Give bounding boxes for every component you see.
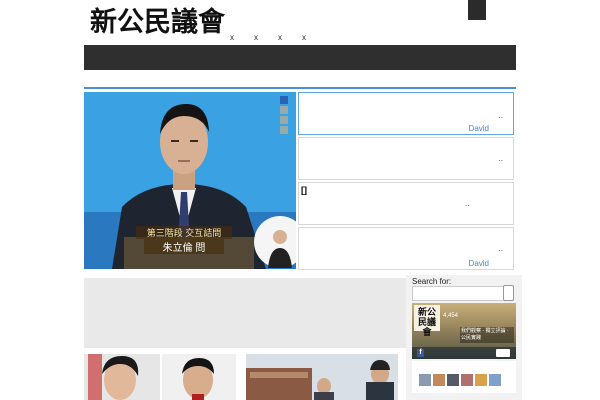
top-link-4[interactable]: x [302, 33, 326, 42]
side-post-1[interactable]: .. David [298, 92, 514, 135]
side-post-author-link[interactable]: David [469, 124, 489, 133]
side-post-3[interactable]: [] .. [298, 182, 514, 225]
side-post-excerpt: .. [465, 199, 470, 208]
site-logo[interactable]: 新公民議會 [90, 8, 225, 38]
search-input[interactable] [412, 286, 514, 301]
slider-caption-line2: 朱立倫 問 [144, 239, 224, 254]
top-link-1[interactable]: x [230, 33, 254, 42]
slider-dot[interactable] [280, 116, 288, 124]
side-post-4[interactable]: .. David [298, 227, 514, 270]
slider-caption-line1: 第三階段 交互詰問 [136, 226, 232, 239]
side-post-bracket: [] [301, 185, 307, 195]
ad-placeholder [84, 278, 406, 348]
fb-like-button[interactable] [496, 349, 510, 357]
fan-avatar[interactable] [475, 374, 487, 386]
slider-dot[interactable] [280, 126, 288, 134]
header-divider [84, 87, 516, 89]
fan-avatar[interactable] [419, 374, 431, 386]
search-button[interactable] [503, 285, 514, 301]
side-post-excerpt: .. [498, 111, 503, 120]
fb-cover-caption: 我們觀察 · 獨立評論 · 公民實踐 [460, 327, 514, 343]
slider-dot[interactable] [280, 96, 288, 104]
fb-like-count: 4,454 [443, 313, 459, 319]
slider-pagination [280, 96, 288, 134]
facebook-icon: f [417, 349, 424, 357]
top-link-bar: x x x x [230, 33, 326, 42]
fb-fan-faces [412, 361, 516, 393]
main-navigation-bar[interactable] [84, 45, 516, 70]
article-thumbnail[interactable] [246, 354, 398, 400]
top-link-2[interactable]: x [254, 33, 278, 42]
featured-slider[interactable]: 第三階段 交互詰問 朱立倫 問 [84, 92, 296, 269]
side-post-excerpt: .. [498, 154, 503, 163]
side-post-excerpt: .. [498, 244, 503, 253]
facebook-page-widget[interactable]: 新公民議會 4,454 我們觀察 · 獨立評論 · 公民實踐 f [412, 303, 516, 359]
fan-avatar[interactable] [461, 374, 473, 386]
fan-avatar[interactable] [447, 374, 459, 386]
fan-avatar[interactable] [489, 374, 501, 386]
article-thumbnail-image [84, 354, 160, 400]
article-thumbnail[interactable] [84, 354, 160, 400]
search-label: Search for: [412, 277, 452, 286]
menu-toggle-button[interactable] [468, 0, 486, 20]
side-post-author-link[interactable]: David [469, 259, 489, 268]
slider-dot[interactable] [280, 106, 288, 114]
side-post-2[interactable]: .. [298, 137, 514, 180]
top-link-3[interactable]: x [278, 33, 302, 42]
fb-page-logo: 新公民議會 [414, 305, 440, 338]
article-thumbnail[interactable] [162, 354, 236, 400]
fan-avatar[interactable] [433, 374, 445, 386]
article-thumbnail-image [246, 354, 398, 400]
article-thumbnail-image [162, 354, 236, 400]
